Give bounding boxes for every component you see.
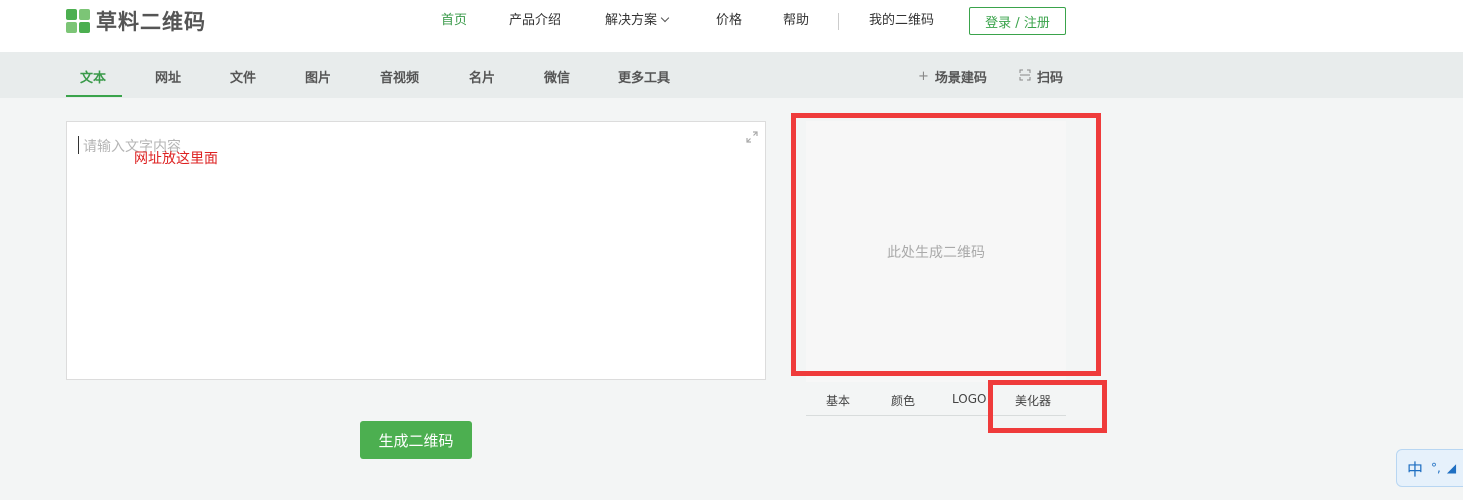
tab-audio-video[interactable]: 音视频: [380, 67, 419, 86]
active-tab-indicator: [66, 95, 122, 97]
red-highlight-box-beautifier: [988, 380, 1107, 433]
tab-text[interactable]: 文本: [80, 67, 106, 86]
scan-button[interactable]: 扫码: [1019, 67, 1063, 86]
nav-products[interactable]: 产品介绍: [509, 12, 561, 30]
red-highlight-box-preview: [791, 113, 1101, 376]
nav-my-qrcodes[interactable]: 我的二维码: [869, 12, 934, 30]
logo[interactable]: 草料二维码: [66, 8, 206, 34]
tab-wechat[interactable]: 微信: [544, 67, 570, 86]
tab-image[interactable]: 图片: [305, 67, 331, 86]
ime-mode-label[interactable]: 中: [1407, 456, 1423, 480]
scene-code-button[interactable]: + 场景建码: [918, 67, 987, 86]
tab-more-tools[interactable]: 更多工具: [618, 67, 670, 86]
logo-icon: [66, 9, 90, 33]
generate-qrcode-button[interactable]: 生成二维码: [360, 421, 472, 459]
ime-punctuation-icon[interactable]: °,: [1431, 461, 1441, 475]
red-annotation-text: 网址放这里面: [134, 151, 218, 167]
nav-help[interactable]: 帮助: [783, 12, 809, 30]
expand-icon[interactable]: [745, 129, 759, 143]
style-tab-color[interactable]: 颜色: [891, 392, 915, 409]
ime-toolbar[interactable]: 中 °, ◢: [1396, 449, 1463, 487]
style-tab-logo[interactable]: LOGO: [952, 392, 986, 406]
ime-moon-icon[interactable]: ◢: [1447, 461, 1456, 475]
nav-pricing[interactable]: 价格: [716, 12, 742, 30]
tab-business-card[interactable]: 名片: [469, 67, 495, 86]
scene-code-label: 场景建码: [934, 71, 987, 86]
tab-file[interactable]: 文件: [230, 67, 256, 86]
text-caret: [78, 136, 79, 154]
scan-label: 扫码: [1037, 71, 1064, 86]
nav-home[interactable]: 首页: [441, 12, 467, 30]
top-header: 草料二维码 首页 产品介绍 解决方案 价格 帮助 我的二维码 登录 / 注册: [0, 0, 1463, 52]
scan-icon: [1019, 69, 1031, 85]
text-content-input[interactable]: 请输入文字内容 网址放这里面: [66, 121, 766, 380]
logo-text: 草料二维码: [96, 10, 206, 34]
content-type-tabs: 文本 网址 文件 图片 音视频 名片 微信 更多工具 + 场景建码 扫码: [0, 52, 1463, 98]
plus-icon: +: [918, 69, 929, 84]
tab-url[interactable]: 网址: [155, 67, 181, 86]
login-register-button[interactable]: 登录 / 注册: [969, 7, 1066, 35]
chevron-down-icon: [660, 13, 670, 23]
nav-solutions-label: 解决方案: [605, 13, 658, 28]
nav-solutions[interactable]: 解决方案: [605, 12, 670, 30]
nav-divider: [838, 13, 839, 30]
style-tab-basic[interactable]: 基本: [826, 392, 850, 409]
